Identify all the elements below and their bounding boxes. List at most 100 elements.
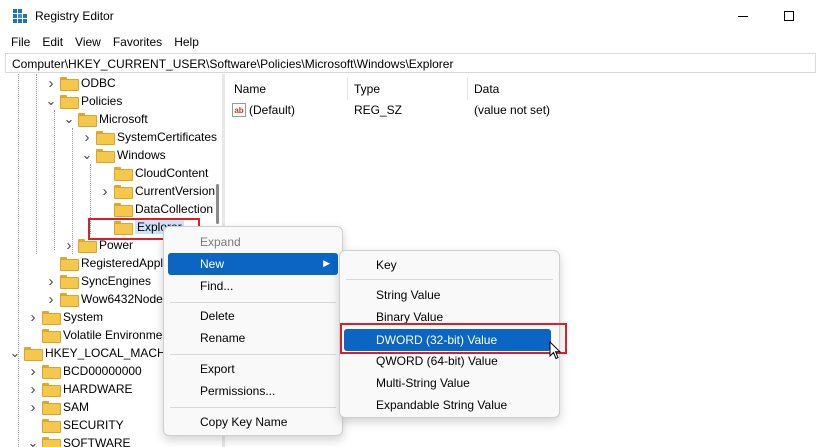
menu-item-rename[interactable]: Rename xyxy=(168,327,338,349)
folder-icon xyxy=(96,149,115,163)
tree-item-label: System xyxy=(63,310,104,324)
chevron-right-icon[interactable]: › xyxy=(27,380,39,398)
tree-item[interactable]: › HARDWARE xyxy=(27,380,133,398)
maximize-button[interactable] xyxy=(766,0,812,32)
chevron-right-icon[interactable]: › xyxy=(27,362,39,380)
chevron-right-icon[interactable]: › xyxy=(27,398,39,416)
tree-guide-line xyxy=(36,74,37,254)
chevron-down-icon[interactable]: ⌄ xyxy=(45,92,57,110)
folder-icon xyxy=(78,239,97,253)
folder-icon xyxy=(42,383,61,397)
chevron-down-icon[interactable]: ⌄ xyxy=(9,344,21,362)
registry-editor-icon xyxy=(13,9,27,23)
tree-item[interactable]: › SyncEngines xyxy=(45,272,152,290)
tree-item-label: Microsoft xyxy=(99,112,148,126)
window-title: Registry Editor xyxy=(35,9,114,23)
folder-icon xyxy=(114,203,133,217)
folder-icon xyxy=(60,257,79,271)
menu-edit[interactable]: Edit xyxy=(36,32,69,52)
tree-item[interactable]: ⌄ HKEY_LOCAL_MACHIN xyxy=(9,344,178,362)
chevron-right-icon[interactable]: › xyxy=(45,74,57,92)
tree-item[interactable]: RegisteredApplica xyxy=(45,254,178,272)
menu-separator xyxy=(170,354,336,355)
submenu-item-key[interactable]: Key xyxy=(344,254,555,276)
menu-separator xyxy=(170,407,336,408)
menu-item-new[interactable]: New ▶ xyxy=(168,253,338,275)
folder-icon xyxy=(42,419,61,433)
tree-item-label: CurrentVersion xyxy=(135,184,216,198)
title-bar: Registry Editor xyxy=(0,0,820,32)
tree-item[interactable]: › System xyxy=(27,308,104,326)
address-bar[interactable]: Computer\HKEY_CURRENT_USER\Software\Poli… xyxy=(5,53,816,73)
submenu-item-string-value[interactable]: String Value xyxy=(344,284,555,306)
value-data: (value not set) xyxy=(474,103,551,117)
tree-item[interactable]: ⌄ Windows xyxy=(81,146,166,164)
tree-item[interactable]: CloudContent xyxy=(99,164,208,182)
chevron-right-icon[interactable]: › xyxy=(63,236,75,254)
tree-item[interactable]: › BCD00000000 xyxy=(27,362,142,380)
tree-item[interactable]: › CurrentVersion xyxy=(99,182,216,200)
tree-item[interactable]: › SAM xyxy=(27,398,90,416)
tree-item[interactable]: Volatile Environment xyxy=(27,326,172,344)
tree-item[interactable]: DataCollection xyxy=(99,200,213,218)
chevron-right-icon[interactable]: › xyxy=(27,308,39,326)
folder-icon xyxy=(24,347,43,361)
tree-item-label: Windows xyxy=(117,148,166,162)
folder-icon xyxy=(60,275,79,289)
folder-icon xyxy=(42,311,61,325)
menu-item-permissions[interactable]: Permissions... xyxy=(168,380,338,402)
tree-item[interactable]: ⌄ SOFTWARE xyxy=(27,434,131,447)
tree-guide-line xyxy=(18,74,19,447)
menu-item-delete[interactable]: Delete xyxy=(168,305,338,327)
tree-item-label: Wow6432Node xyxy=(81,292,163,306)
tree-item[interactable]: ⌄ Microsoft xyxy=(63,110,148,128)
minimize-icon xyxy=(738,15,748,17)
folder-icon xyxy=(60,293,79,307)
menu-item-copy-key-name[interactable]: Copy Key Name xyxy=(168,411,338,433)
tree-item-label: CloudContent xyxy=(135,166,209,180)
tree-item[interactable]: › SystemCertificates xyxy=(81,128,218,146)
tree-item[interactable]: SECURITY xyxy=(27,416,124,434)
menu-item-new-label: New xyxy=(200,257,225,271)
menu-view[interactable]: View xyxy=(69,32,107,52)
menu-bar: File Edit View Favorites Help xyxy=(0,32,820,52)
column-header-type[interactable]: Type xyxy=(348,78,468,100)
menu-favorites[interactable]: Favorites xyxy=(107,32,168,52)
folder-icon xyxy=(96,131,115,145)
tree-item-label: HKEY_LOCAL_MACHIN xyxy=(45,346,178,360)
folder-icon xyxy=(42,437,61,447)
tree-item-label: ODBC xyxy=(81,76,116,90)
chevron-right-icon[interactable]: › xyxy=(45,272,57,290)
folder-icon xyxy=(114,185,133,199)
chevron-right-icon[interactable]: › xyxy=(45,290,57,308)
chevron-down-icon[interactable]: ⌄ xyxy=(63,110,75,128)
tree-scrollbar-thumb[interactable] xyxy=(216,184,219,224)
chevron-down-icon[interactable]: ⌄ xyxy=(81,146,93,164)
tree-item[interactable]: ⌄ Policies xyxy=(45,92,122,110)
tree-item-label: DataCollection xyxy=(135,202,214,216)
column-header-data[interactable]: Data xyxy=(468,78,768,100)
menu-file[interactable]: File xyxy=(5,32,36,52)
tree-item-label: Power xyxy=(99,238,134,252)
value-row-name[interactable]: ab (Default) xyxy=(232,100,295,120)
tree-item[interactable]: › Wow6432Node xyxy=(45,290,163,308)
tree-item[interactable]: › ODBC xyxy=(45,74,116,92)
menu-item-export[interactable]: Export xyxy=(168,358,338,380)
submenu-item-multi-string-value[interactable]: Multi-String Value xyxy=(344,372,555,394)
tree-guide-line xyxy=(54,110,55,250)
submenu-item-expandable-string-value[interactable]: Expandable String Value xyxy=(344,394,555,416)
menu-help[interactable]: Help xyxy=(168,32,205,52)
string-value-icon: ab xyxy=(232,103,246,117)
chevron-right-icon[interactable]: › xyxy=(99,182,111,200)
chevron-down-icon[interactable]: ⌄ xyxy=(27,434,39,447)
column-header-name[interactable]: Name xyxy=(228,78,348,100)
tree-item-label: SECURITY xyxy=(63,418,124,432)
tree-item-label: SOFTWARE xyxy=(63,436,131,447)
menu-item-find[interactable]: Find... xyxy=(168,275,338,297)
minimize-button[interactable] xyxy=(720,0,766,32)
chevron-right-icon[interactable]: › xyxy=(81,128,93,146)
context-menu: Expand New ▶ Find... Delete Rename Expor… xyxy=(163,226,343,436)
